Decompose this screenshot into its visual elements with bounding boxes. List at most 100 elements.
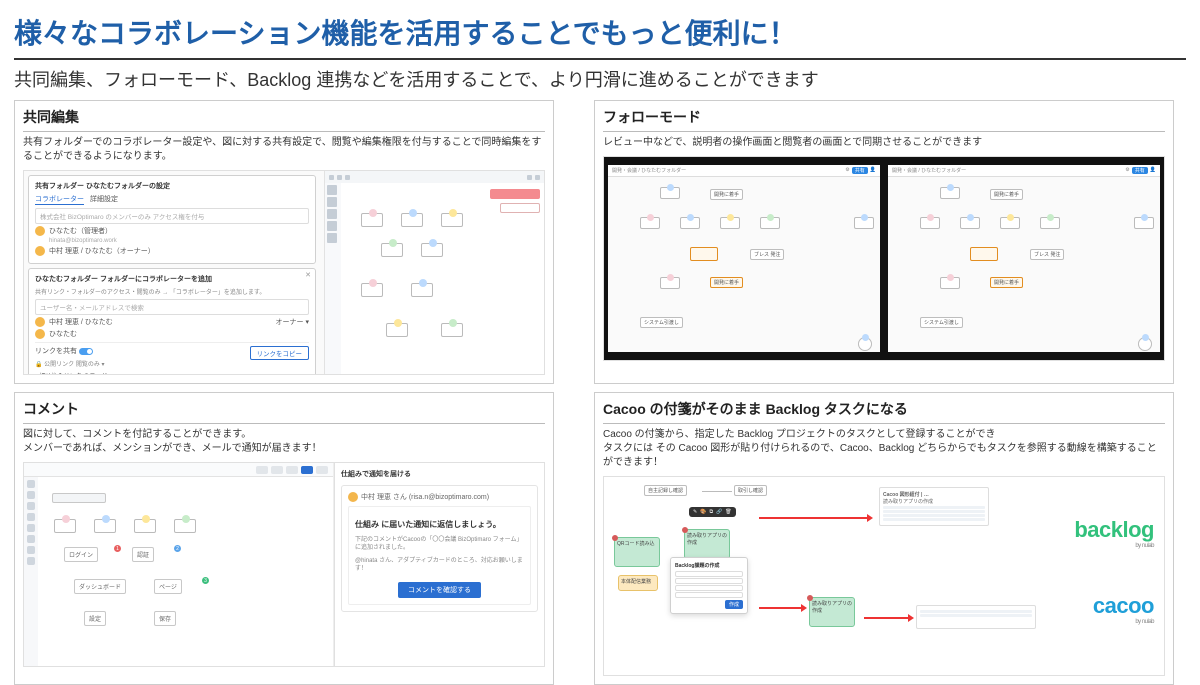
user-label: 中村 理恵 / ひなたむ: [49, 317, 113, 327]
card-backlog: Cacoo の付箋がそのまま Backlog タスクになる Cacoo の付箋か…: [594, 392, 1174, 685]
card-follow-title: フォローモード: [595, 101, 1173, 131]
tab-collaborator[interactable]: コラボレーター: [35, 194, 84, 205]
link-hint: 公開リンク: [44, 362, 74, 368]
sticky-note[interactable]: 読み取りアプリの作成: [809, 597, 855, 627]
node: ダッシュボード: [74, 579, 126, 594]
card-comment: コメント 図に対して、コメントを付記することができます。 メンバーであれば、メン…: [14, 392, 554, 685]
close-icon[interactable]: ✕: [305, 271, 311, 279]
share-button[interactable]: 共有: [852, 167, 868, 174]
embed-link[interactable]: ▸ 埋め込みリンク のコード: [35, 371, 309, 375]
share-button[interactable]: 共有: [1132, 167, 1148, 174]
backlog-logo: backlog by nulab: [1074, 517, 1154, 549]
underline: [603, 131, 1165, 132]
flow-box: 取引し確認: [734, 485, 767, 496]
accent-box: [690, 247, 718, 261]
notification-body: 下記のコメントがCacooの「〇〇会議 BizOptimaro フォーム」に追加…: [355, 536, 524, 553]
card-backlog-desc: Cacoo の付箋から、指定した Backlog プロジェクトのタスクとして登録…: [595, 428, 1173, 476]
backlog-thumb: 自主記録し確認 取引し確認 ✎🎨⧉🔗🗑 QRコード読み込 読み取りアプリの作成 …: [603, 476, 1165, 676]
mini-sidebar: [325, 183, 341, 374]
arrow-icon: [759, 517, 869, 519]
card-coedit-title: 共同編集: [15, 101, 553, 131]
card-follow-desc: レビュー中などで、説明者の操作画面と閲覧者の画面とで同期させることができます: [595, 136, 1173, 156]
user-name: 中村 理恵 / ひなたむ（オーナー）: [49, 246, 155, 256]
arrow-icon: [864, 617, 910, 619]
underline: [23, 131, 545, 132]
flow-box: 開発に着手: [710, 277, 743, 288]
follow-pane-right: 開発・会議 / ひなたむフォルダー ⚙共有👤 開発に着手 ブレス 発注 開発に着…: [888, 165, 1160, 352]
card-grid: 共同編集 共有フォルダーでのコラボレーター設定や、図に対する共有設定で、閲覧や編…: [0, 100, 1200, 685]
panel2-title: ひなたむフォルダー フォルダーにコラボレーターを追加: [35, 274, 309, 284]
link-label: リンクを共有: [35, 348, 77, 355]
page-subtitle: 共同編集、フォローモード、Backlog 連携などを活用することで、より円滑に進…: [0, 66, 1200, 100]
panel2-sub: 共有リンク・フォルダーのアクセス・閲覧のみ → 「コラボレーター」を追加します。: [35, 287, 309, 296]
mini-toolbar: [325, 171, 544, 183]
node: 認証: [132, 547, 154, 562]
avatar-icon: [348, 492, 358, 502]
node: ページ: [154, 579, 182, 594]
comment-bubble-icon[interactable]: 2: [174, 545, 181, 552]
flow-box: システム引渡し: [640, 317, 683, 328]
mention-text: @hinata さん、アダプティブカードのところ、対応お願いします！: [355, 557, 524, 574]
crumb: 開発・会議 / ひなたむフォルダー: [612, 167, 686, 174]
link-toggle[interactable]: [79, 348, 93, 355]
page-title: 様々なコラボレーション機能を活用することでもっと便利に！: [0, 0, 1200, 58]
flow-box: システム引渡し: [920, 317, 963, 328]
avatar-icon: [35, 246, 45, 256]
arrow-icon: [759, 607, 803, 609]
panel-title: 共有フォルダー ひなたむフォルダーの設定: [35, 181, 309, 191]
user-name: ひなたむ（管理者）: [49, 226, 112, 236]
dialog-title: Backlog課題の作成: [675, 562, 743, 569]
card-comment-desc: 図に対して、コメントを付記することができます。 メンバーであれば、メンションがで…: [15, 428, 553, 462]
backlog-dialog[interactable]: Backlog課題の作成 作成: [670, 557, 748, 614]
user-email: hinata@bizoptimaro.work: [49, 238, 309, 244]
comment-thumb: ログイン 1 認証 2 ダッシュボード ページ 3 設定 保存 仕組みで通知を届…: [23, 462, 545, 667]
node: [52, 493, 106, 503]
flow-box: ブレス 発注: [1030, 249, 1064, 260]
card-coedit: 共同編集 共有フォルダーでのコラボレーター設定や、図に対する共有設定で、閲覧や編…: [14, 100, 554, 384]
title-divider: [14, 58, 1186, 60]
card-coedit-desc: 共有フォルダーでのコラボレーター設定や、図に対する共有設定で、閲覧や編集権限を付…: [15, 136, 553, 170]
sticky-note[interactable]: QRコード読み込: [614, 537, 660, 567]
context-menu[interactable]: ✎🎨⧉🔗🗑: [689, 507, 736, 517]
card-follow: フォローモード レビュー中などで、説明者の操作画面と閲覧者の画面とで同期させるこ…: [594, 100, 1174, 384]
access-field[interactable]: 株式会社 BizOptimaro のメンバーのみ アクセス権を付与: [35, 208, 309, 224]
follow-thumb: 開発・会議 / ひなたむフォルダー ⚙共有👤 開発に着手 ブレス 発注 開発に着…: [603, 156, 1165, 361]
create-button[interactable]: 作成: [725, 600, 743, 609]
notification-panel: 仕組みで通知を届ける 中村 理恵 さん (risa.n@bizoptimaro.…: [334, 463, 544, 666]
panel-header: 仕組みで通知を届ける: [341, 469, 538, 479]
mini-editor: [324, 171, 544, 374]
flow-box: 開発に着手: [990, 277, 1023, 288]
comment-canvas: ログイン 1 認証 2 ダッシュボード ページ 3 設定 保存: [24, 463, 334, 666]
accent-box: [970, 247, 998, 261]
avatar-icon: [35, 317, 45, 327]
crumb: 開発・会議 / ひなたむフォルダー: [892, 167, 966, 174]
toolbar: [24, 463, 334, 477]
flow-box: 開発に着手: [990, 189, 1023, 200]
share-chip: [490, 189, 540, 199]
node: 保存: [154, 611, 176, 626]
avatar-icon: [35, 329, 45, 339]
follow-pane-left: 開発・会議 / ひなたむフォルダー ⚙共有👤 開発に着手 ブレス 発注 開発に着…: [608, 165, 880, 352]
view-comment-button[interactable]: コメントを確認する: [398, 582, 481, 598]
tab-details[interactable]: 詳細設定: [90, 194, 118, 205]
node: ログイン: [64, 547, 98, 562]
backlog-task-row: [916, 605, 1036, 629]
flow-box: ブレス 発注: [750, 249, 784, 260]
flow-box: 自主記録し確認: [644, 485, 687, 496]
comment-bubble-icon[interactable]: 3: [202, 577, 209, 584]
cacoo-logo: cacoo by nulab: [1093, 593, 1154, 625]
coedit-thumb: 共有フォルダー ひなたむフォルダーの設定 コラボレーター 詳細設定 株式会社 B…: [23, 170, 545, 375]
flow-box: 開発に着手: [710, 189, 743, 200]
avatar-icon: [35, 226, 45, 236]
notification-title: 仕組み に届いた通知に返信しましょう。: [355, 519, 524, 530]
comment-bubble-icon[interactable]: 1: [114, 545, 121, 552]
node: 設定: [84, 611, 106, 626]
role-select[interactable]: オーナー ▾: [276, 317, 309, 327]
sticky-note[interactable]: 読み取りアプリの作成: [684, 529, 730, 559]
search-field[interactable]: ユーザー名・メールアドレスで検索: [35, 299, 309, 315]
card-comment-title: コメント: [15, 393, 553, 423]
sticky-note[interactable]: 本体配信業務: [618, 575, 658, 591]
card-backlog-title: Cacoo の付箋がそのまま Backlog タスクになる: [595, 393, 1173, 423]
copy-link-button[interactable]: リンクをコピー: [250, 346, 310, 360]
cursor-chip: [500, 203, 540, 213]
